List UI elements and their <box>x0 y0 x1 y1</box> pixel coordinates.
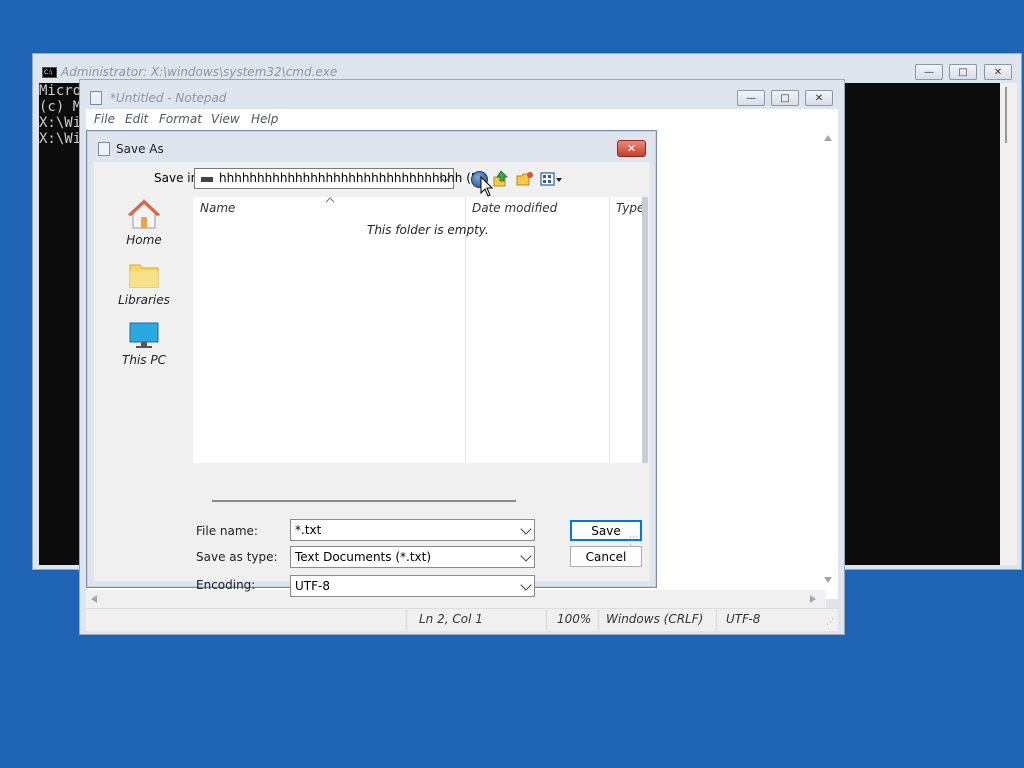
new-folder-icon[interactable] <box>516 170 534 188</box>
close-icon: ✕ <box>626 142 637 155</box>
status-divider <box>406 609 407 631</box>
status-divider <box>716 609 717 631</box>
menu-format[interactable]: Format <box>159 112 202 126</box>
column-header-type[interactable]: Type <box>616 201 644 215</box>
notepad-vertical-scrollbar[interactable] <box>818 129 838 591</box>
cmd-minimize-button[interactable]: — <box>915 64 943 80</box>
notepad-menubar: File Edit Format View Help <box>86 109 838 129</box>
notepad-window-title: *Untitled - Notepad <box>110 91 227 105</box>
dialog-body: Save in: hhhhhhhhhhhhhhhhhhhhhhhhhhhhhhh… <box>94 162 650 597</box>
libraries-folder-icon <box>129 264 159 288</box>
column-divider[interactable] <box>609 197 610 463</box>
up-one-level-icon[interactable] <box>492 170 509 188</box>
status-cursor-position: Ln 2, Col 1 <box>419 612 483 626</box>
file-list-scrollbar[interactable] <box>642 197 648 463</box>
encoding-label: Encoding: <box>196 578 256 592</box>
status-encoding: UTF-8 <box>726 612 761 626</box>
place-this-pc[interactable]: This PC <box>101 320 187 367</box>
save-as-type-value: Text Documents (*.txt) <box>295 550 432 564</box>
file-list-horizontal-scroll-thumb[interactable] <box>212 500 516 502</box>
chevron-down-icon <box>520 579 532 591</box>
file-name-label: File name: <box>196 524 258 538</box>
notepad-maximize-button[interactable]: □ <box>771 90 799 106</box>
notepad-app-icon <box>90 91 102 105</box>
place-home[interactable]: Home <box>101 198 187 247</box>
cmd-close-button[interactable]: ✕ <box>984 64 1012 80</box>
status-divider <box>598 609 599 631</box>
menu-file[interactable]: File <box>94 112 115 126</box>
menu-view[interactable]: View <box>211 112 240 126</box>
status-line-ending: Windows (CRLF) <box>606 612 704 626</box>
home-icon <box>127 199 161 229</box>
scroll-up-arrow-icon <box>824 135 832 141</box>
resize-grip-icon[interactable]: ⋰ <box>826 617 834 626</box>
cmd-window-title: Administrator: X:\windows\system32\cmd.e… <box>61 65 338 79</box>
cmd-maximize-button[interactable]: □ <box>949 64 977 80</box>
chevron-down-icon[interactable] <box>520 523 532 535</box>
notepad-status-bar: Ln 2, Col 1 100% Windows (CRLF) UTF-8 ⋰ <box>86 608 838 631</box>
status-zoom: 100% <box>557 612 592 626</box>
this-pc-monitor-icon <box>129 322 159 348</box>
place-home-label: Home <box>126 233 162 247</box>
dialog-resize-grip-icon[interactable]: ··· ·· · <box>629 534 639 551</box>
save-as-type-label: Save as type: <box>196 550 278 564</box>
save-as-type-dropdown[interactable]: Text Documents (*.txt) <box>290 546 535 568</box>
scroll-left-arrow-icon <box>91 595 97 603</box>
scroll-right-arrow-icon <box>810 595 816 603</box>
column-header-name[interactable]: Name <box>200 201 235 215</box>
places-bar: Home Libraries This PC <box>101 198 187 528</box>
encoding-dropdown[interactable]: UTF-8 <box>290 575 535 597</box>
chevron-down-icon <box>520 550 532 562</box>
sort-ascending-icon <box>325 197 335 203</box>
menu-help[interactable]: Help <box>251 112 278 126</box>
encoding-value: UTF-8 <box>295 579 330 593</box>
cmd-app-icon: C:\ <box>42 67 57 78</box>
place-this-pc-label: This PC <box>122 353 166 367</box>
dialog-notepad-icon <box>98 142 110 156</box>
cmd-vertical-scrollbar[interactable] <box>1000 83 1017 565</box>
file-name-value: *.txt <box>295 523 322 537</box>
file-list[interactable]: Name Date modified Type This folder is e… <box>193 197 644 463</box>
dialog-title: Save As <box>116 142 164 156</box>
notepad-minimize-button[interactable]: — <box>737 90 765 106</box>
save-in-dropdown[interactable]: hhhhhhhhhhhhhhhhhhhhhhhhhhhhhhhh (E:) <box>194 168 487 189</box>
notepad-close-button[interactable]: ✕ <box>805 90 833 106</box>
save-as-dialog: Save As ✕ Save in: hhhhhhhhhhhhhhhhhhhhh… <box>86 130 657 597</box>
empty-folder-message: This folder is empty. <box>367 223 489 237</box>
menu-edit[interactable]: Edit <box>125 112 148 126</box>
drive-icon <box>201 177 213 182</box>
scroll-down-arrow-icon <box>824 577 832 583</box>
dialog-close-button[interactable]: ✕ <box>617 140 646 157</box>
cmd-scrollbar-thumb[interactable] <box>1005 87 1007 143</box>
column-header-date-modified[interactable]: Date modified <box>472 201 557 215</box>
place-libraries[interactable]: Libraries <box>101 260 187 307</box>
view-menu-icon[interactable] <box>540 171 564 188</box>
file-name-input[interactable]: *.txt <box>290 519 535 541</box>
mouse-pointer-icon <box>480 176 494 197</box>
place-libraries-label: Libraries <box>118 293 170 307</box>
status-divider <box>546 609 547 631</box>
